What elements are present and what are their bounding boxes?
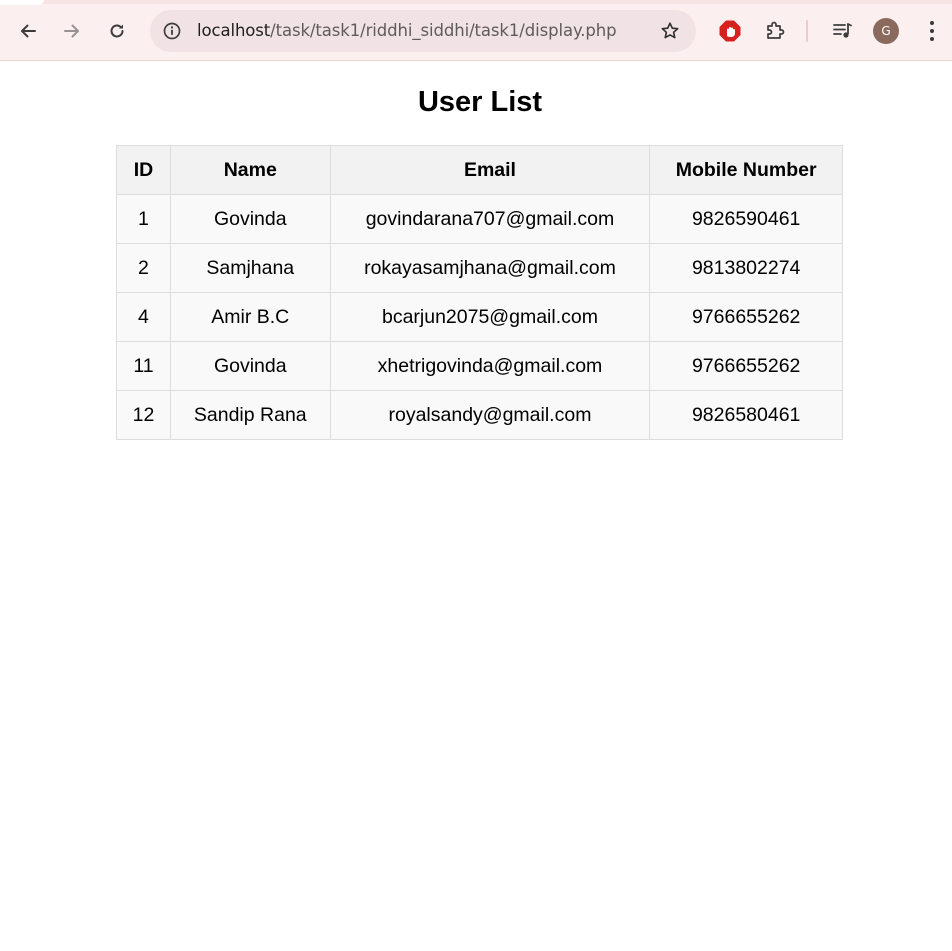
menu-dot [930, 21, 934, 25]
cell-id: 1 [116, 194, 171, 244]
cell-mobile: 9766655262 [649, 292, 843, 342]
reload-button[interactable] [100, 14, 134, 48]
menu-dot [930, 37, 934, 41]
star-icon [661, 22, 679, 39]
table-row: 11 Govinda xhetrigovinda@gmail.com 97666… [116, 341, 843, 391]
cell-name: Sandip Rana [169, 390, 331, 440]
extensions-button[interactable] [760, 16, 790, 46]
forward-button[interactable] [55, 14, 89, 48]
back-arrow-icon [21, 24, 36, 38]
cell-name: Govinda [169, 341, 331, 391]
cell-name: Amir B.C [169, 292, 331, 342]
cell-mobile: 9826590461 [649, 194, 843, 244]
cell-email: royalsandy@gmail.com [329, 390, 651, 440]
adblock-extension-button[interactable] [715, 16, 745, 46]
site-info-button[interactable] [158, 17, 186, 45]
cell-name: Samjhana [169, 243, 331, 293]
back-button[interactable] [11, 14, 45, 48]
table-row: 2 Samjhana rokayasamjhana@gmail.com 9813… [116, 243, 843, 293]
column-header-id: ID [116, 145, 171, 195]
table-row: 1 Govinda govindarana707@gmail.com 98265… [116, 194, 843, 244]
cell-email: xhetrigovinda@gmail.com [329, 341, 651, 391]
table-header-row: ID Name Email Mobile Number [116, 145, 843, 195]
cell-email: rokayasamjhana@gmail.com [329, 243, 651, 293]
site-info-icon [163, 22, 181, 40]
cell-name: Govinda [169, 194, 331, 244]
active-tab-edge [0, 0, 44, 5]
toolbar-divider [806, 20, 808, 42]
forward-arrow-icon [64, 24, 79, 38]
address-bar[interactable]: localhost/task/task1/riddhi_siddhi/task1… [150, 10, 696, 52]
cell-id: 4 [116, 292, 171, 342]
cell-mobile: 9813802274 [649, 243, 843, 293]
tab-strip [0, 0, 952, 4]
page-title: User List [417, 86, 543, 118]
cell-email: govindarana707@gmail.com [329, 194, 651, 244]
cell-id: 11 [116, 341, 171, 391]
url-path: /task/task1/riddhi_siddhi/task1/display.… [270, 21, 617, 40]
cell-id: 2 [116, 243, 171, 293]
column-header-name: Name [169, 145, 331, 195]
column-header-email: Email [329, 145, 651, 195]
cell-mobile: 9826580461 [649, 390, 843, 440]
more-menu-icon[interactable] [922, 16, 942, 46]
adblock-icon [719, 20, 741, 42]
table-row: 4 Amir B.C bcarjun2075@gmail.com 9766655… [116, 292, 843, 342]
profile-avatar[interactable]: G [873, 18, 899, 44]
url-text[interactable]: localhost/task/task1/riddhi_siddhi/task1… [197, 21, 617, 40]
table-row: 12 Sandip Rana royalsandy@gmail.com 9826… [116, 390, 843, 440]
cell-mobile: 9766655262 [649, 341, 843, 391]
browser-toolbar: localhost/task/task1/riddhi_siddhi/task1… [0, 0, 952, 61]
cell-id: 12 [116, 390, 171, 440]
media-queue-button[interactable] [827, 16, 857, 46]
media-queue-icon [833, 23, 852, 38]
bookmark-button[interactable] [658, 19, 682, 43]
reload-icon [110, 24, 124, 38]
menu-dot [930, 29, 934, 33]
user-table: ID Name Email Mobile Number 1 Govinda go… [116, 145, 843, 440]
page-content: User List ID Name Email Mobile Number 1 … [0, 62, 952, 951]
column-header-mobile: Mobile Number [649, 145, 843, 195]
cell-email: bcarjun2075@gmail.com [329, 292, 651, 342]
extensions-puzzle-icon [767, 21, 785, 39]
url-host: localhost [197, 21, 271, 40]
